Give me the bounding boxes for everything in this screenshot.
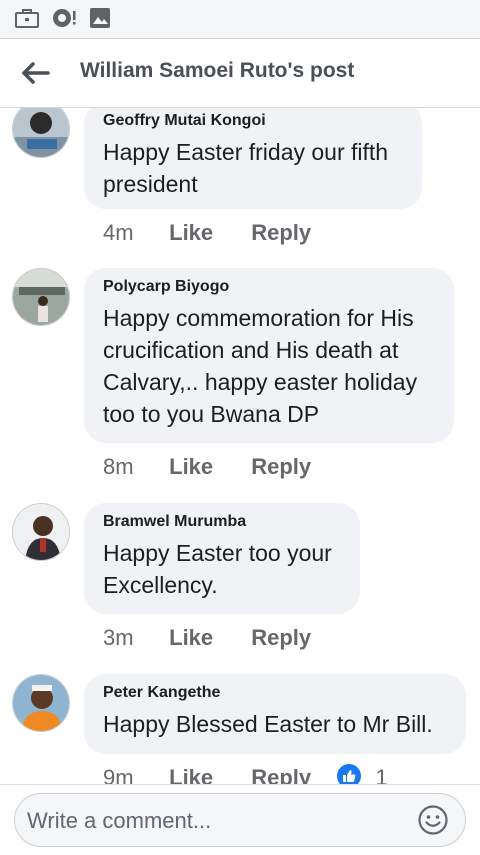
reply-button[interactable]: Reply bbox=[251, 625, 311, 651]
comment-bubble: Peter Kangethe Happy Blessed Easter to M… bbox=[84, 674, 466, 754]
photo-notification-icon bbox=[90, 8, 110, 28]
comment-composer-bar bbox=[0, 784, 480, 855]
reply-button[interactable]: Reply bbox=[251, 220, 311, 246]
avatar[interactable] bbox=[12, 108, 70, 158]
status-bar bbox=[0, 0, 480, 39]
comment-author[interactable]: Bramwel Murumba bbox=[103, 513, 342, 531]
avatar[interactable] bbox=[12, 268, 70, 326]
comment-time: 4m bbox=[103, 220, 134, 245]
comment-bubble: Bramwel Murumba Happy Easter too your Ex… bbox=[84, 503, 360, 614]
messenger-notification-icon bbox=[53, 9, 76, 27]
page-title: William Samoei Ruto's post bbox=[80, 59, 355, 82]
reply-button[interactable]: Reply bbox=[251, 765, 331, 784]
avatar[interactable] bbox=[12, 674, 70, 732]
comment-time: 8m bbox=[103, 454, 134, 479]
comment-time: 3m bbox=[103, 625, 134, 650]
reaction-count[interactable]: 1 bbox=[376, 765, 388, 784]
comment-actions: 3m Like Reply bbox=[103, 625, 311, 651]
comment-author[interactable]: Polycarp Biyogo bbox=[103, 278, 436, 296]
back-arrow-icon[interactable] bbox=[18, 55, 54, 91]
comment-text: Happy Blessed Easter to Mr Bill. bbox=[103, 711, 433, 737]
comment-time: 9m bbox=[103, 765, 134, 784]
comment-actions: 9m Like Reply 1 bbox=[103, 764, 388, 784]
like-button[interactable]: Like bbox=[169, 625, 245, 651]
like-button[interactable]: Like bbox=[169, 454, 245, 480]
like-reaction-icon[interactable] bbox=[337, 764, 362, 784]
comment-actions: 8m Like Reply bbox=[103, 454, 311, 480]
briefcase-notification-icon bbox=[15, 9, 39, 28]
avatar[interactable] bbox=[12, 503, 70, 561]
comment-actions: 4m Like Reply bbox=[103, 220, 311, 246]
comment-composer bbox=[14, 793, 466, 847]
comment-author[interactable]: Peter Kangethe bbox=[103, 684, 448, 702]
reply-button[interactable]: Reply bbox=[251, 454, 311, 480]
post-header: William Samoei Ruto's post bbox=[0, 39, 480, 108]
emoji-icon[interactable] bbox=[417, 804, 449, 836]
comment-input[interactable] bbox=[25, 802, 409, 840]
like-button[interactable]: Like bbox=[169, 220, 245, 246]
comment-bubble: Geoffry Mutai Kongoi Happy Easter friday… bbox=[84, 108, 422, 209]
like-button[interactable]: Like bbox=[169, 765, 245, 784]
comment-text: Happy commemoration for His crucificatio… bbox=[103, 305, 418, 427]
comments-list: Geoffry Mutai Kongoi Happy Easter friday… bbox=[0, 108, 480, 784]
comment-bubble: Polycarp Biyogo Happy commemoration for … bbox=[84, 268, 454, 443]
comment-text: Happy Easter friday our fifth president bbox=[103, 139, 389, 197]
comment-author[interactable]: Geoffry Mutai Kongoi bbox=[103, 112, 404, 130]
comment-text: Happy Easter too your Excellency. bbox=[103, 540, 332, 598]
